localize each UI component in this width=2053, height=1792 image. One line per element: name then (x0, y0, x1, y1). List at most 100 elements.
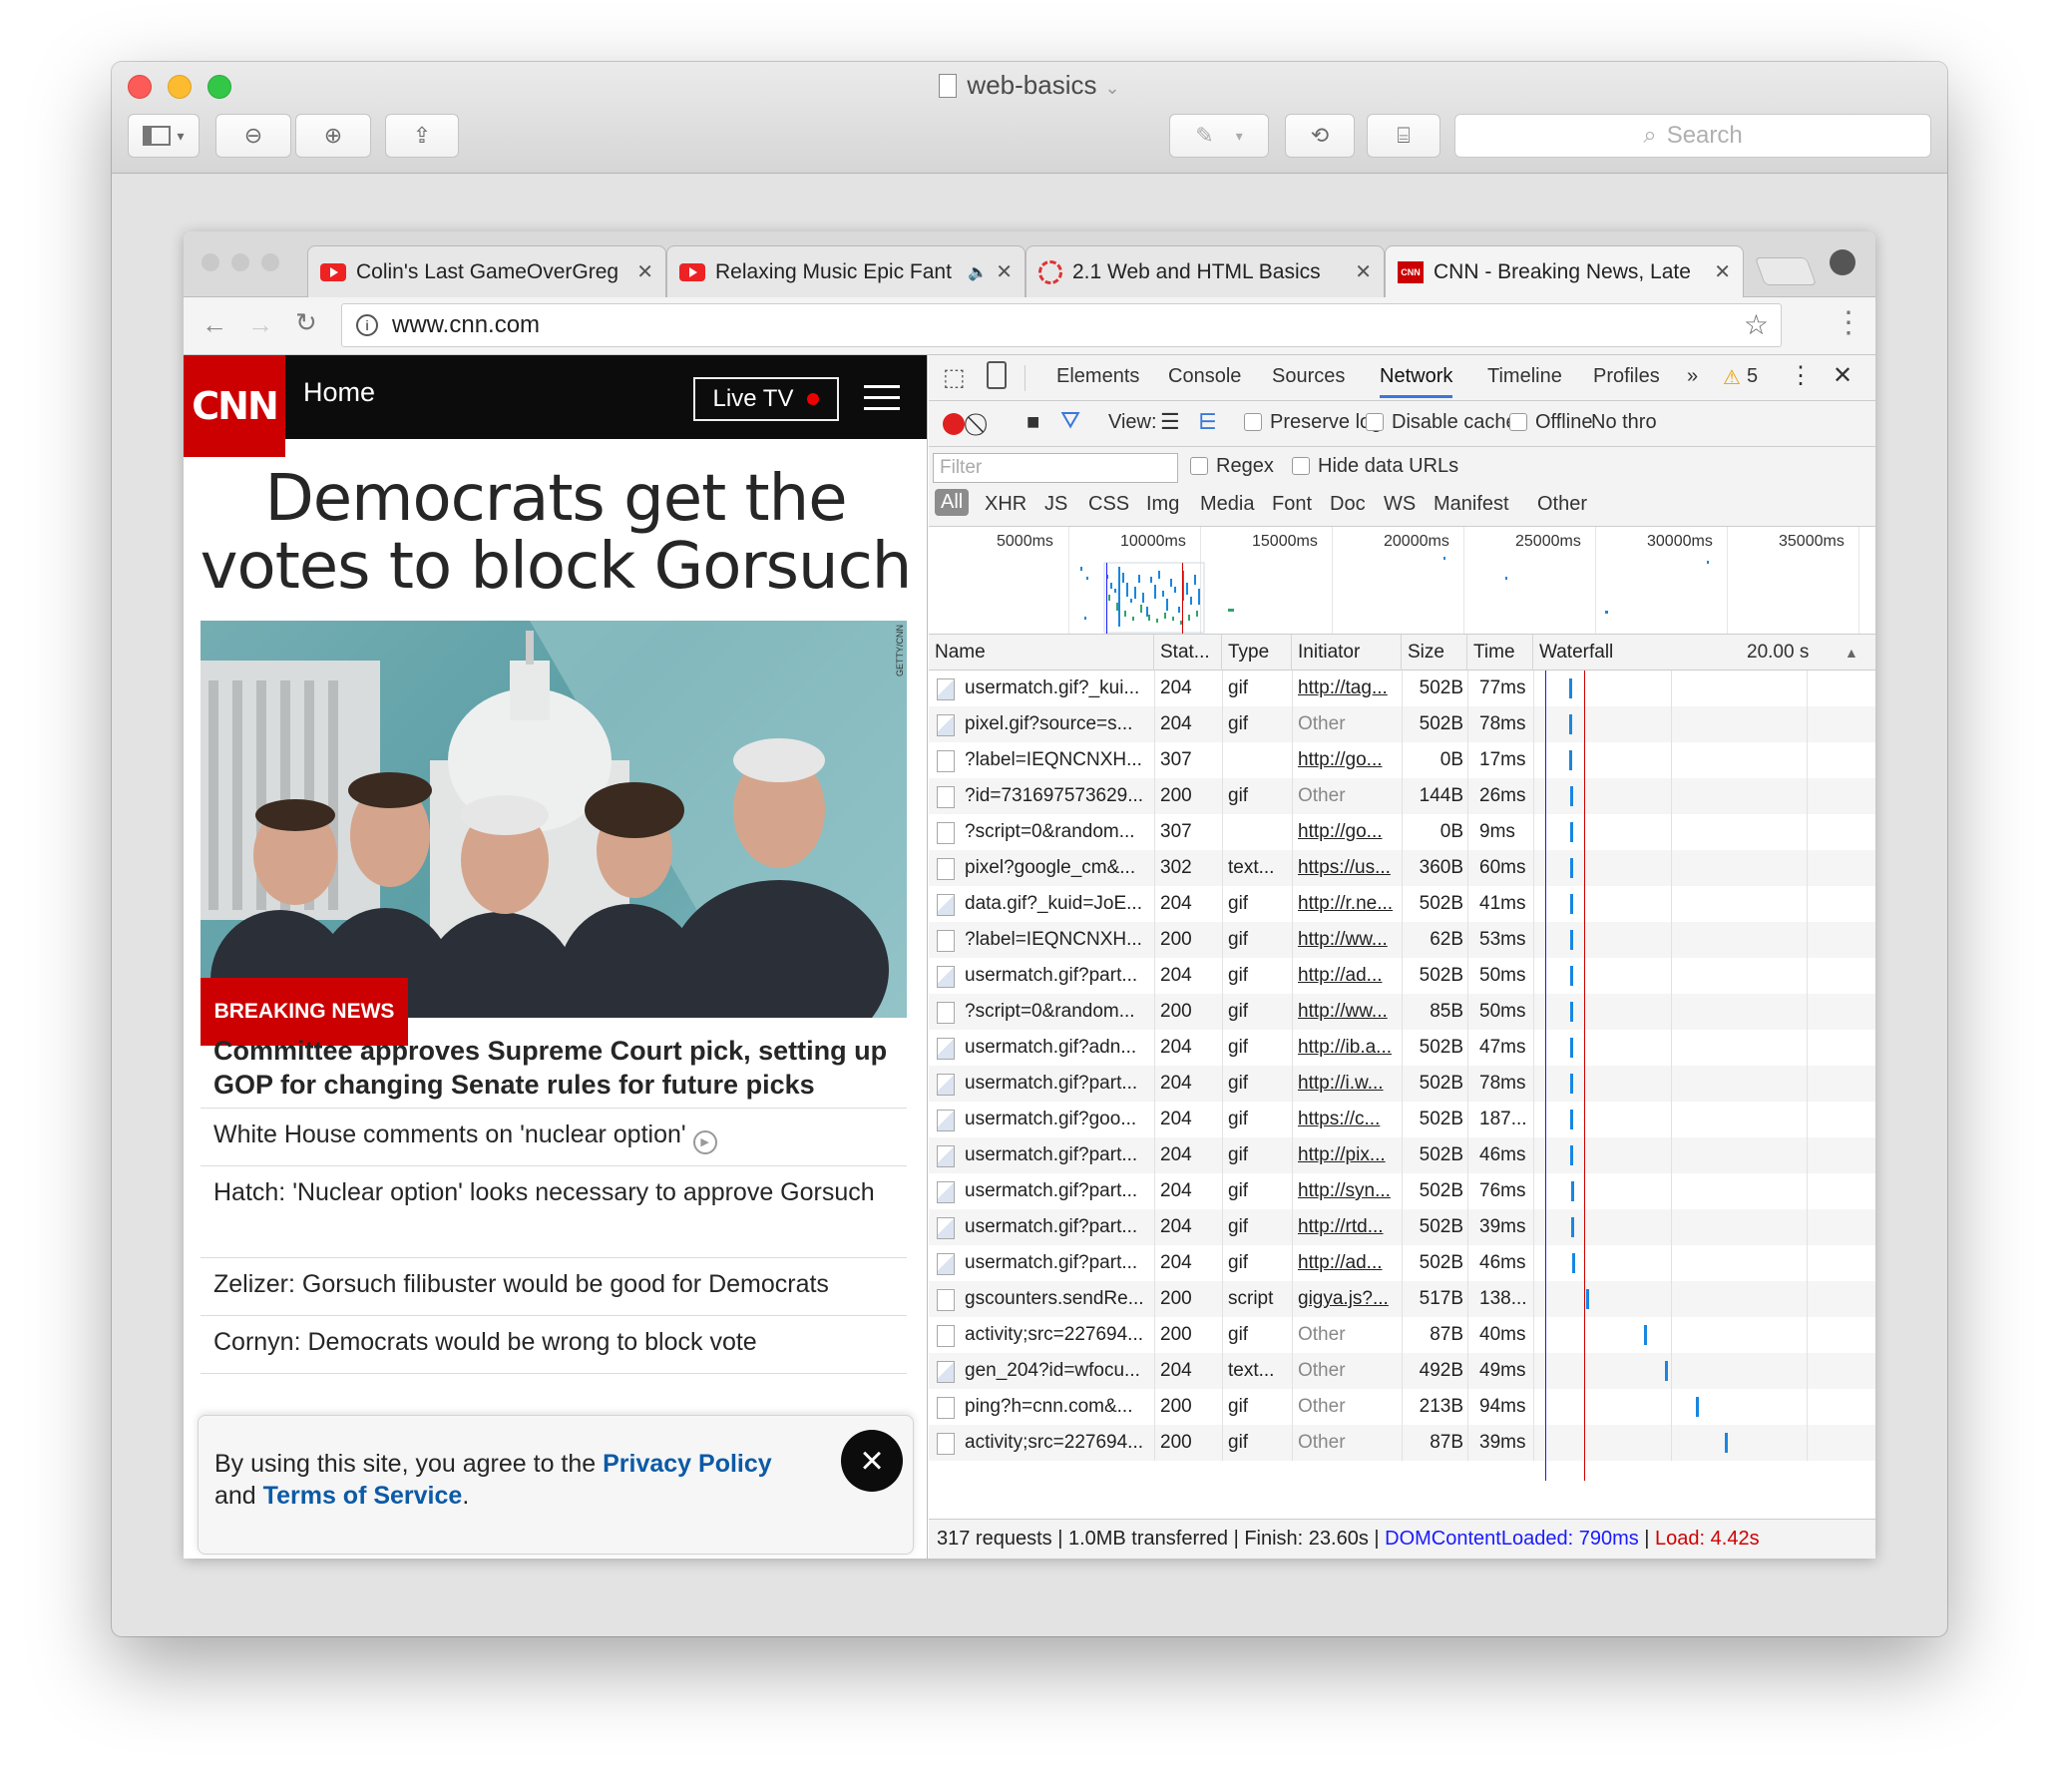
request-initiator[interactable]: http://ad... (1298, 1245, 1400, 1281)
chevron-down-icon[interactable]: ⌄ (1104, 78, 1119, 98)
request-name[interactable]: ?script=0&random... (965, 994, 1152, 1030)
url-input[interactable]: i www.cnn.com ☆ (341, 303, 1782, 347)
record-icon[interactable] (943, 413, 965, 435)
sort-arrow-icon[interactable]: ▲ (1845, 635, 1858, 671)
waterfall-view-icon[interactable]: ⋿ (1198, 409, 1217, 435)
story-link[interactable]: Zelizer: Gorsuch filibuster would be goo… (201, 1257, 907, 1315)
table-row[interactable]: ?id=731697573629... 200 gif Other 144B 26ms (929, 778, 1875, 814)
type-filter-js[interactable]: JS (1044, 493, 1067, 516)
reload-icon[interactable]: ↻ (295, 307, 317, 338)
request-name[interactable]: usermatch.gif?goo... (965, 1102, 1152, 1137)
browser-tab[interactable]: Colin's Last GameOverGreg ✕ (307, 245, 666, 297)
table-row[interactable]: ?label=IEQNCNXH... 307 http://go... 0B 17ms (929, 742, 1875, 778)
zoom-window-dot[interactable] (261, 253, 279, 271)
request-name[interactable]: ping?h=cnn.com&... (965, 1389, 1152, 1425)
request-initiator[interactable]: http://rtd... (1298, 1209, 1400, 1245)
type-filter-img[interactable]: Img (1146, 493, 1179, 516)
request-name[interactable]: pixel?google_cm&... (965, 850, 1152, 886)
table-row[interactable]: usermatch.gif?goo... 204 gif https://c... 50… (929, 1102, 1875, 1137)
tab-console[interactable]: Console (1168, 365, 1241, 388)
network-overview[interactable]: 5000ms 10000ms 15000ms 20000ms 25000ms 3… (929, 527, 1875, 635)
browser-tab[interactable]: Relaxing Music Epic Fant 🔈 ✕ (666, 245, 1026, 297)
close-tab-icon[interactable]: ✕ (1355, 259, 1372, 284)
column-header-size[interactable]: Size (1402, 635, 1467, 671)
table-row[interactable]: ?script=0&random... 307 http://go... 0B 9ms (929, 814, 1875, 850)
offline-checkbox[interactable]: Offline (1509, 411, 1592, 434)
inspect-element-icon[interactable]: ⬚ (943, 363, 966, 392)
menu-kebab-icon[interactable]: ⋮ (1834, 305, 1863, 340)
search-field[interactable]: ⌕ Search (1454, 114, 1931, 158)
request-initiator[interactable]: http://pix... (1298, 1137, 1400, 1173)
story-link[interactable]: Cornyn: Democrats would be wrong to bloc… (201, 1315, 907, 1373)
table-row[interactable]: usermatch.gif?part... 204 gif http://ad... 5… (929, 958, 1875, 994)
table-row[interactable]: usermatch.gif?adn... 204 gif http://ib.a...… (929, 1030, 1875, 1066)
column-header-type[interactable]: Type (1222, 635, 1292, 671)
column-header-name[interactable]: Name (929, 635, 1154, 671)
type-filter-css[interactable]: CSS (1088, 493, 1129, 516)
request-name[interactable]: gen_204?id=wfocu... (965, 1353, 1152, 1389)
tab-profiles[interactable]: Profiles (1593, 365, 1660, 388)
tab-timeline[interactable]: Timeline (1487, 365, 1562, 388)
close-icon[interactable]: × (841, 1430, 903, 1492)
zoom-in-button[interactable]: ⊕ (295, 114, 371, 158)
request-name[interactable]: usermatch.gif?part... (965, 958, 1152, 994)
privacy-policy-link[interactable]: Privacy Policy (603, 1450, 772, 1478)
close-tab-icon[interactable]: ✕ (1714, 259, 1731, 284)
browser-tab-active[interactable]: CNN CNN - Breaking News, Late ✕ (1385, 245, 1744, 297)
regex-checkbox[interactable]: Regex (1190, 455, 1274, 478)
request-initiator[interactable]: http://r.ne... (1298, 886, 1400, 922)
table-row[interactable]: usermatch.gif?part... 204 gif http://ad... 5… (929, 1245, 1875, 1281)
profile-avatar-icon[interactable] (1830, 249, 1855, 275)
main-headline[interactable]: Democrats get the votes to block Gorsuch (184, 465, 927, 601)
request-initiator[interactable]: http://go... (1298, 814, 1400, 850)
column-header-status[interactable]: Stat... (1154, 635, 1222, 671)
minimize-window-dot[interactable] (231, 253, 249, 271)
table-row[interactable]: usermatch.gif?_kui... 204 gif http://tag...… (929, 671, 1875, 706)
request-initiator[interactable]: gigya.js?... (1298, 1281, 1400, 1317)
type-filter-doc[interactable]: Doc (1330, 493, 1366, 516)
hero-image[interactable]: GETTY/CNN (201, 621, 907, 1018)
throttle-select[interactable]: No thro (1591, 411, 1657, 434)
star-icon[interactable]: ☆ (1744, 308, 1769, 341)
table-row[interactable]: pixel.gif?source=s... 204 gif Other 502B 78ms (929, 706, 1875, 742)
toolbox-button[interactable]: ⌸ (1367, 114, 1440, 158)
table-row[interactable]: ?script=0&random... 200 gif http://ww... 85B… (929, 994, 1875, 1030)
request-name[interactable]: usermatch.gif?part... (965, 1173, 1152, 1209)
close-tab-icon[interactable]: ✕ (636, 259, 653, 284)
browser-tab[interactable]: 2.1 Web and HTML Basics ✕ (1026, 245, 1385, 297)
request-name[interactable]: usermatch.gif?part... (965, 1209, 1152, 1245)
table-row[interactable]: ping?h=cnn.com&... 200 gif Other 213B 94ms (929, 1389, 1875, 1425)
request-initiator[interactable]: https://us... (1298, 850, 1400, 886)
request-name[interactable]: usermatch.gif?adn... (965, 1030, 1152, 1066)
type-filter-xhr[interactable]: XHR (985, 493, 1026, 516)
disable-cache-checkbox[interactable]: Disable cache (1366, 411, 1517, 434)
table-row[interactable]: gscounters.sendRe... 200 script gigya.js?..… (929, 1281, 1875, 1317)
story-link[interactable]: White House comments on 'nuclear option'… (201, 1108, 907, 1165)
warning-icon[interactable]: ⚠ (1723, 365, 1741, 390)
request-name[interactable]: ?script=0&random... (965, 814, 1152, 850)
more-tabs-button[interactable]: » (1687, 365, 1698, 388)
request-name[interactable]: usermatch.gif?_kui... (965, 671, 1152, 706)
device-toolbar-icon[interactable] (987, 361, 1007, 389)
table-row[interactable]: usermatch.gif?part... 204 gif http://rtd...… (929, 1209, 1875, 1245)
request-name[interactable]: ?label=IEQNCNXH... (965, 742, 1152, 778)
table-row[interactable]: data.gif?_kuid=JoE... 204 gif http://r.ne..… (929, 886, 1875, 922)
request-initiator[interactable]: http://go... (1298, 742, 1400, 778)
table-row[interactable]: pixel?google_cm&... 302 text... https://us.… (929, 850, 1875, 886)
request-initiator[interactable]: https://c... (1298, 1102, 1400, 1137)
preserve-log-checkbox[interactable]: Preserve log (1244, 411, 1382, 434)
sidebar-toggle-button[interactable]: ▾ (128, 114, 200, 158)
type-filter-ws[interactable]: WS (1384, 493, 1416, 516)
request-name[interactable]: usermatch.gif?part... (965, 1137, 1152, 1173)
type-filter-all[interactable]: All (935, 489, 970, 516)
type-filter-other[interactable]: Other (1537, 493, 1587, 516)
zoom-out-button[interactable]: ⊖ (215, 114, 291, 158)
story-headline[interactable]: Committee approves Supreme Court pick, s… (213, 1034, 902, 1102)
table-row[interactable]: usermatch.gif?part... 204 gif http://pix...… (929, 1137, 1875, 1173)
table-row[interactable]: activity;src=227694... 200 gif Other 87B 40ms (929, 1317, 1875, 1353)
close-devtools-icon[interactable]: ✕ (1833, 361, 1852, 390)
request-initiator[interactable]: http://ad... (1298, 958, 1400, 994)
column-header-time[interactable]: Time (1467, 635, 1533, 671)
back-arrow-icon[interactable]: ← (202, 309, 227, 340)
tab-elements[interactable]: Elements (1056, 365, 1139, 388)
